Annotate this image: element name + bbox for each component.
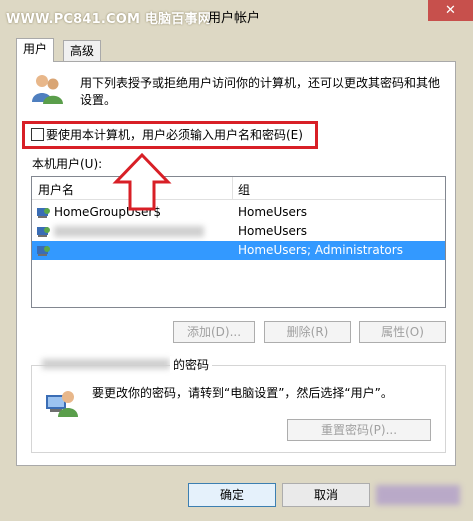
password-group-title: 的密码 [170,356,213,373]
user-icon [37,227,50,237]
close-button[interactable]: ✕ [428,0,473,21]
redacted-name [54,226,204,237]
watermark-logo [376,485,460,505]
column-username[interactable]: 用户名 [38,181,74,198]
user-group: HomeUsers [238,205,308,219]
redacted-username [42,359,170,369]
add-user-button[interactable]: 添加(D)... [173,321,255,343]
column-group[interactable]: 组 [238,181,250,198]
reset-password-button[interactable]: 重置密码(P)... [287,419,431,441]
table-row[interactable]: HomeUsers [32,222,445,241]
tab-advanced[interactable]: 高级 [63,40,102,62]
window-title: 用户帐户 [208,11,261,26]
local-users-label: 本机用户(U): [32,157,103,171]
users-icon [32,75,63,104]
column-separator [232,177,233,199]
user-group: HomeUsers [238,224,308,238]
tab-users[interactable]: 用户 [16,38,55,62]
user-icon [37,208,50,218]
user-icon [37,246,50,256]
up-arrow-annotation [112,152,172,211]
cancel-button[interactable]: 取消 [282,483,370,507]
ok-button[interactable]: 确定 [188,483,276,507]
user-group: HomeUsers; Administrators [238,243,403,257]
table-row-selected[interactable]: HomeUsers; Administrators [32,241,445,260]
table-row[interactable]: HomeGroupUser$ HomeUsers [32,203,445,222]
remove-user-button[interactable]: 删除(R) [264,321,351,343]
require-login-checkbox[interactable] [31,128,44,141]
users-list[interactable]: 用户名 组 HomeGroupUser$ HomeUsers HomeUsers… [31,176,446,308]
description-text: 用下列表授予或拒绝用户访问你的计算机，还可以更改其密码和其他设置。 [80,76,441,107]
list-header: 用户名 组 [32,177,445,200]
user-password-icon [46,391,78,417]
password-instruction: 要更改你的密码，请转到“电脑设置”，然后选择“用户”。 [92,386,393,400]
watermark: WWW.PC841.COM 电脑百事网 [6,12,211,27]
properties-button[interactable]: 属性(O) [359,321,446,343]
title-bar: WWW.PC841.COM 电脑百事网 用户帐户 ✕ [0,0,473,32]
require-login-label[interactable]: 要使用本计算机，用户必须输入用户名和密码(E) [46,126,303,143]
